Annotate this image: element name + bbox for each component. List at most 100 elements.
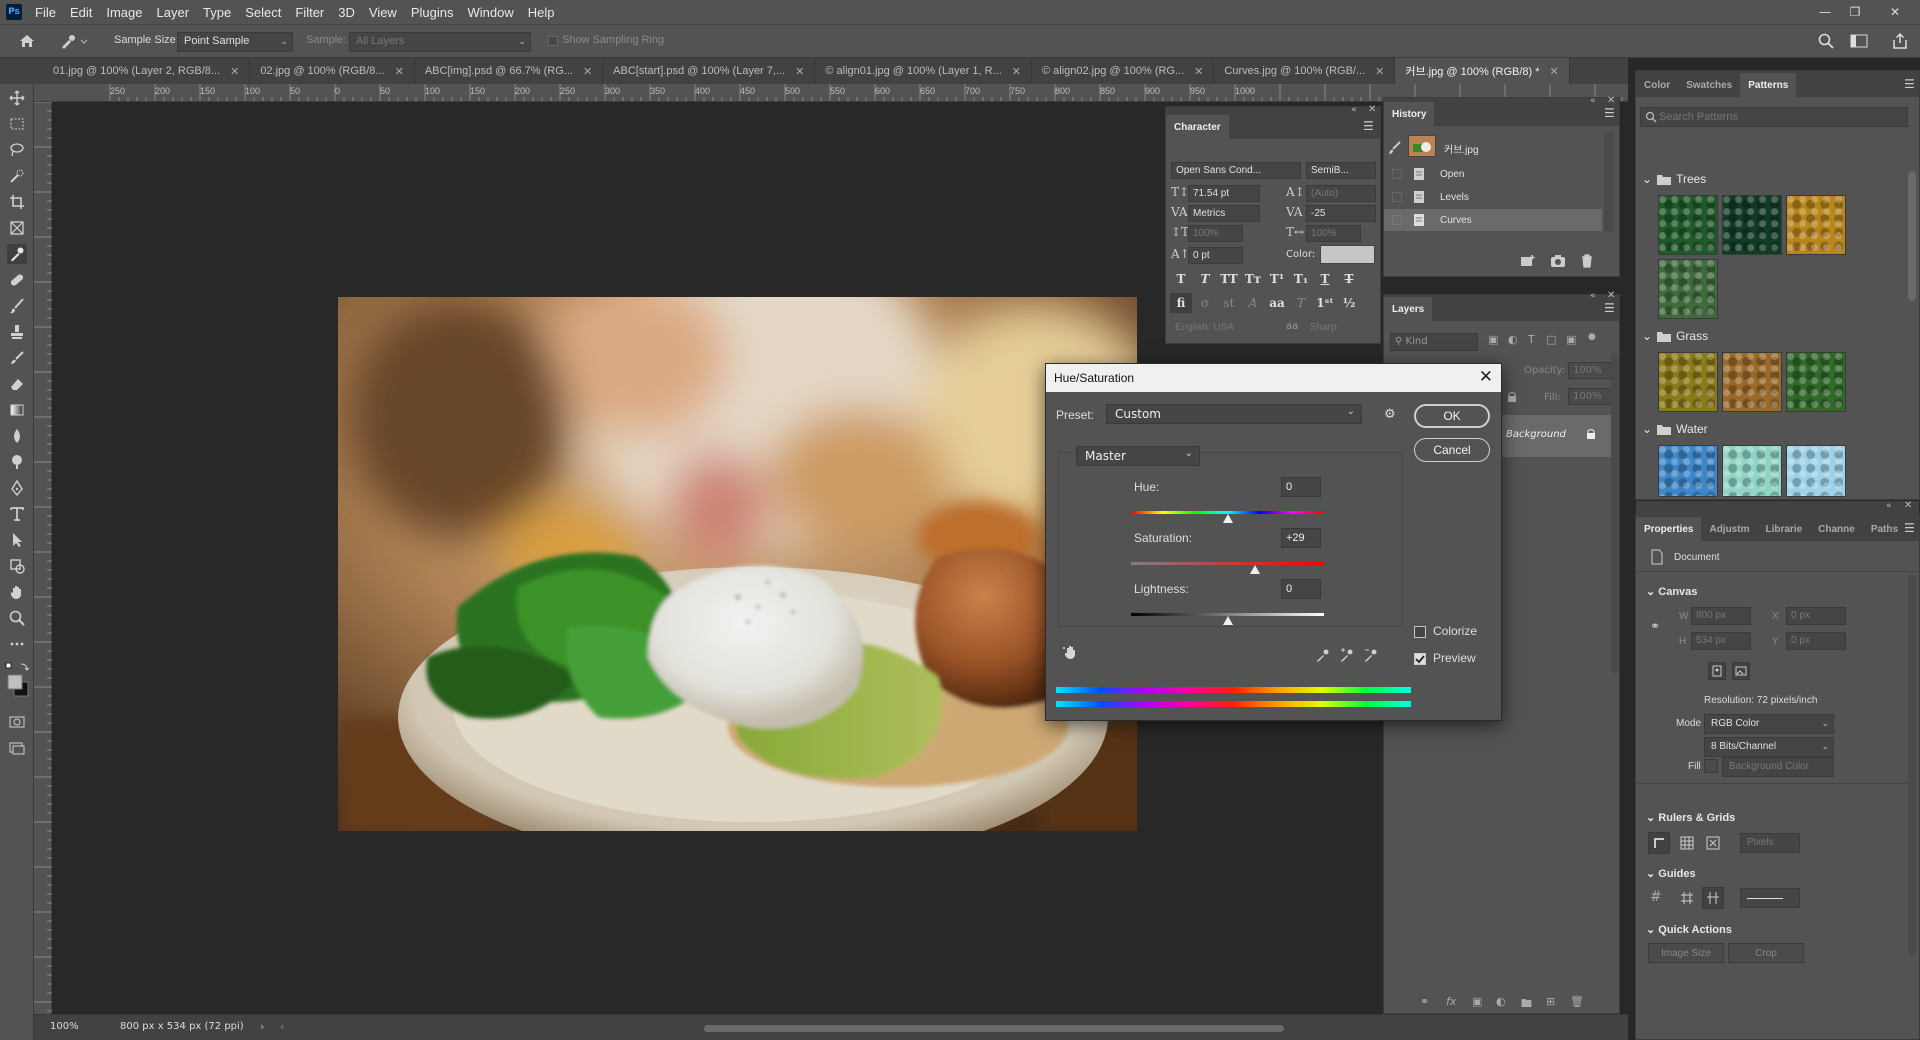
properties-scrollbar[interactable] bbox=[1908, 575, 1916, 955]
rulers-grids-section-title[interactable]: ⌄ Rulers & Grids bbox=[1646, 811, 1735, 824]
tab-character[interactable]: Character bbox=[1166, 115, 1229, 139]
filter-adjustment-icon[interactable]: ◐ bbox=[1508, 333, 1518, 346]
layers-scrollbar[interactable] bbox=[1611, 353, 1618, 673]
layer-mask-icon[interactable]: ▣ bbox=[1472, 995, 1482, 1008]
history-brush-source-icon[interactable] bbox=[1388, 141, 1402, 155]
lightness-slider-thumb[interactable] bbox=[1222, 616, 1233, 625]
lasso-tool-icon[interactable] bbox=[7, 140, 27, 160]
close-icon[interactable]: ✕ bbox=[1375, 65, 1384, 78]
horizontal-scale-field[interactable]: 100% bbox=[1306, 225, 1361, 242]
zoom-tool-icon[interactable] bbox=[7, 608, 27, 628]
menu-file[interactable]: File bbox=[28, 5, 63, 20]
font-size-field[interactable]: 71.54 pt bbox=[1188, 185, 1260, 202]
strikethrough-icon[interactable]: T bbox=[1338, 269, 1360, 289]
doc-tab-active[interactable]: 커브.jpg @ 100% (RGB/8) * ✕ bbox=[1395, 58, 1570, 84]
horizontal-scrollbar[interactable] bbox=[704, 1025, 1284, 1032]
menu-view[interactable]: View bbox=[362, 5, 404, 20]
brush-tool-icon[interactable] bbox=[7, 296, 27, 316]
layer-name[interactable]: Background bbox=[1506, 429, 1566, 440]
close-icon[interactable]: ✕ bbox=[395, 65, 404, 78]
share-icon[interactable] bbox=[1892, 32, 1908, 50]
link-layers-icon[interactable]: ⚭ bbox=[1420, 995, 1429, 1008]
saturation-slider-thumb[interactable] bbox=[1250, 565, 1261, 574]
pattern-swatch-water-2[interactable] bbox=[1722, 445, 1782, 497]
blur-tool-icon[interactable] bbox=[7, 426, 27, 446]
x-field[interactable]: 0 px bbox=[1786, 607, 1846, 625]
portrait-orientation-icon[interactable] bbox=[1708, 662, 1726, 680]
dialog-titlebar[interactable]: Hue/Saturation ✕ bbox=[1046, 364, 1501, 392]
font-style-select[interactable]: SemiB... bbox=[1306, 162, 1376, 179]
close-icon[interactable]: ✕ bbox=[1368, 104, 1376, 115]
doc-tab[interactable]: 02.jpg @ 100% (RGB/8... ✕ bbox=[250, 58, 415, 84]
new-layer-icon[interactable]: ⊞ bbox=[1546, 995, 1555, 1008]
eyedropper-preset-icon[interactable] bbox=[58, 32, 88, 50]
doc-tab[interactable]: ABC[start].psd @ 100% (Layer 7,... ✕ bbox=[603, 58, 816, 84]
rulers-toggle-icon[interactable] bbox=[1648, 832, 1670, 854]
tab-channels[interactable]: Channe bbox=[1810, 517, 1863, 541]
bit-depth-select[interactable]: 8 Bits/Channel ⌄ bbox=[1704, 737, 1834, 757]
tab-history[interactable]: History bbox=[1384, 102, 1435, 126]
fill-swatch[interactable] bbox=[1704, 759, 1718, 773]
cancel-button[interactable]: Cancel bbox=[1414, 438, 1490, 462]
eyedropper-plus-icon[interactable] bbox=[1340, 648, 1354, 662]
menu-edit[interactable]: Edit bbox=[63, 5, 99, 20]
guides-lock-icon[interactable]: # bbox=[1650, 889, 1662, 905]
text-color-swatch[interactable] bbox=[1320, 245, 1375, 264]
colorize-checkbox[interactable] bbox=[1414, 626, 1426, 638]
screen-mode-icon[interactable] bbox=[7, 738, 27, 758]
sample-select[interactable]: All Layers ⌄ bbox=[349, 32, 531, 52]
stylistic-alternates-icon[interactable]: A bbox=[1242, 293, 1264, 313]
close-icon[interactable]: ✕ bbox=[795, 65, 804, 78]
leading-field[interactable]: (Auto) bbox=[1306, 185, 1376, 202]
pixel-grid-toggle-icon[interactable] bbox=[1702, 832, 1724, 854]
color-swatches[interactable] bbox=[5, 662, 31, 698]
history-item[interactable]: Open bbox=[1384, 163, 1602, 185]
menu-layer[interactable]: Layer bbox=[150, 5, 197, 20]
grid-toggle-icon[interactable] bbox=[1676, 832, 1698, 854]
tab-layers[interactable]: Layers bbox=[1384, 297, 1433, 321]
small-caps-icon[interactable]: Tᴛ bbox=[1242, 269, 1264, 289]
healing-brush-tool-icon[interactable] bbox=[7, 270, 27, 290]
pen-tool-icon[interactable] bbox=[7, 478, 27, 498]
canvas-section-title[interactable]: ⌄ Canvas bbox=[1646, 585, 1697, 598]
camera-icon[interactable] bbox=[1550, 254, 1566, 268]
preset-select[interactable]: Custom ⌄ bbox=[1106, 404, 1362, 424]
pattern-swatch-grass-1[interactable] bbox=[1658, 352, 1718, 412]
image-size-button[interactable]: Image Size bbox=[1648, 943, 1724, 963]
ordinals-st-icon[interactable]: 1ˢᵗ bbox=[1314, 293, 1336, 313]
patterns-search-input[interactable] bbox=[1659, 109, 1899, 125]
doc-tab[interactable]: 01.jpg @ 100% (Layer 2, RGB/8... ✕ bbox=[43, 58, 251, 84]
quick-actions-section-title[interactable]: ⌄ Quick Actions bbox=[1646, 923, 1732, 936]
baseline-shift-field[interactable]: 0 pt bbox=[1188, 247, 1243, 264]
tab-color[interactable]: Color bbox=[1636, 73, 1678, 97]
y-field[interactable]: 0 px bbox=[1786, 632, 1846, 650]
add-guides-icon[interactable] bbox=[1676, 887, 1698, 909]
pattern-swatch-tree-4[interactable] bbox=[1658, 259, 1718, 319]
zoom-level[interactable]: 100% bbox=[50, 1021, 79, 1032]
ordinals-icon[interactable]: T bbox=[1290, 293, 1312, 313]
quick-mask-icon[interactable] bbox=[7, 712, 27, 732]
menu-window[interactable]: Window bbox=[460, 5, 520, 20]
pattern-swatch-tree-1[interactable] bbox=[1658, 195, 1718, 255]
titling-alternates-icon[interactable]: aa bbox=[1266, 293, 1288, 313]
hand-tool-icon[interactable] bbox=[7, 582, 27, 602]
eyedropper-icon[interactable] bbox=[1316, 648, 1330, 662]
collapse-icon[interactable]: « bbox=[1351, 105, 1357, 115]
preview-checkbox[interactable] bbox=[1414, 653, 1426, 665]
tab-libraries[interactable]: Librarie bbox=[1757, 517, 1810, 541]
targeted-adjustment-hand-icon[interactable] bbox=[1062, 644, 1078, 660]
pattern-swatch-tree-3[interactable] bbox=[1786, 195, 1846, 255]
eyedropper-tool-icon[interactable] bbox=[7, 244, 27, 264]
underline-icon[interactable]: T bbox=[1314, 269, 1336, 289]
guide-style-select[interactable] bbox=[1740, 888, 1800, 908]
crop-button[interactable]: Crop bbox=[1728, 943, 1804, 963]
close-icon[interactable]: ✕ bbox=[1012, 65, 1021, 78]
fill-select[interactable]: Background Color bbox=[1722, 757, 1834, 777]
saturation-slider-track[interactable] bbox=[1131, 562, 1324, 565]
filter-type-icon[interactable]: T bbox=[1528, 333, 1535, 346]
eyedropper-minus-icon[interactable] bbox=[1364, 648, 1378, 662]
doc-tab[interactable]: © align01.jpg @ 100% (Layer 1, R... ✕ bbox=[815, 58, 1032, 84]
layer-style-icon[interactable]: fx bbox=[1446, 995, 1456, 1008]
path-selection-tool-icon[interactable] bbox=[7, 530, 27, 550]
doc-tab[interactable]: © align02.jpg @ 100% (RG... ✕ bbox=[1032, 58, 1215, 84]
